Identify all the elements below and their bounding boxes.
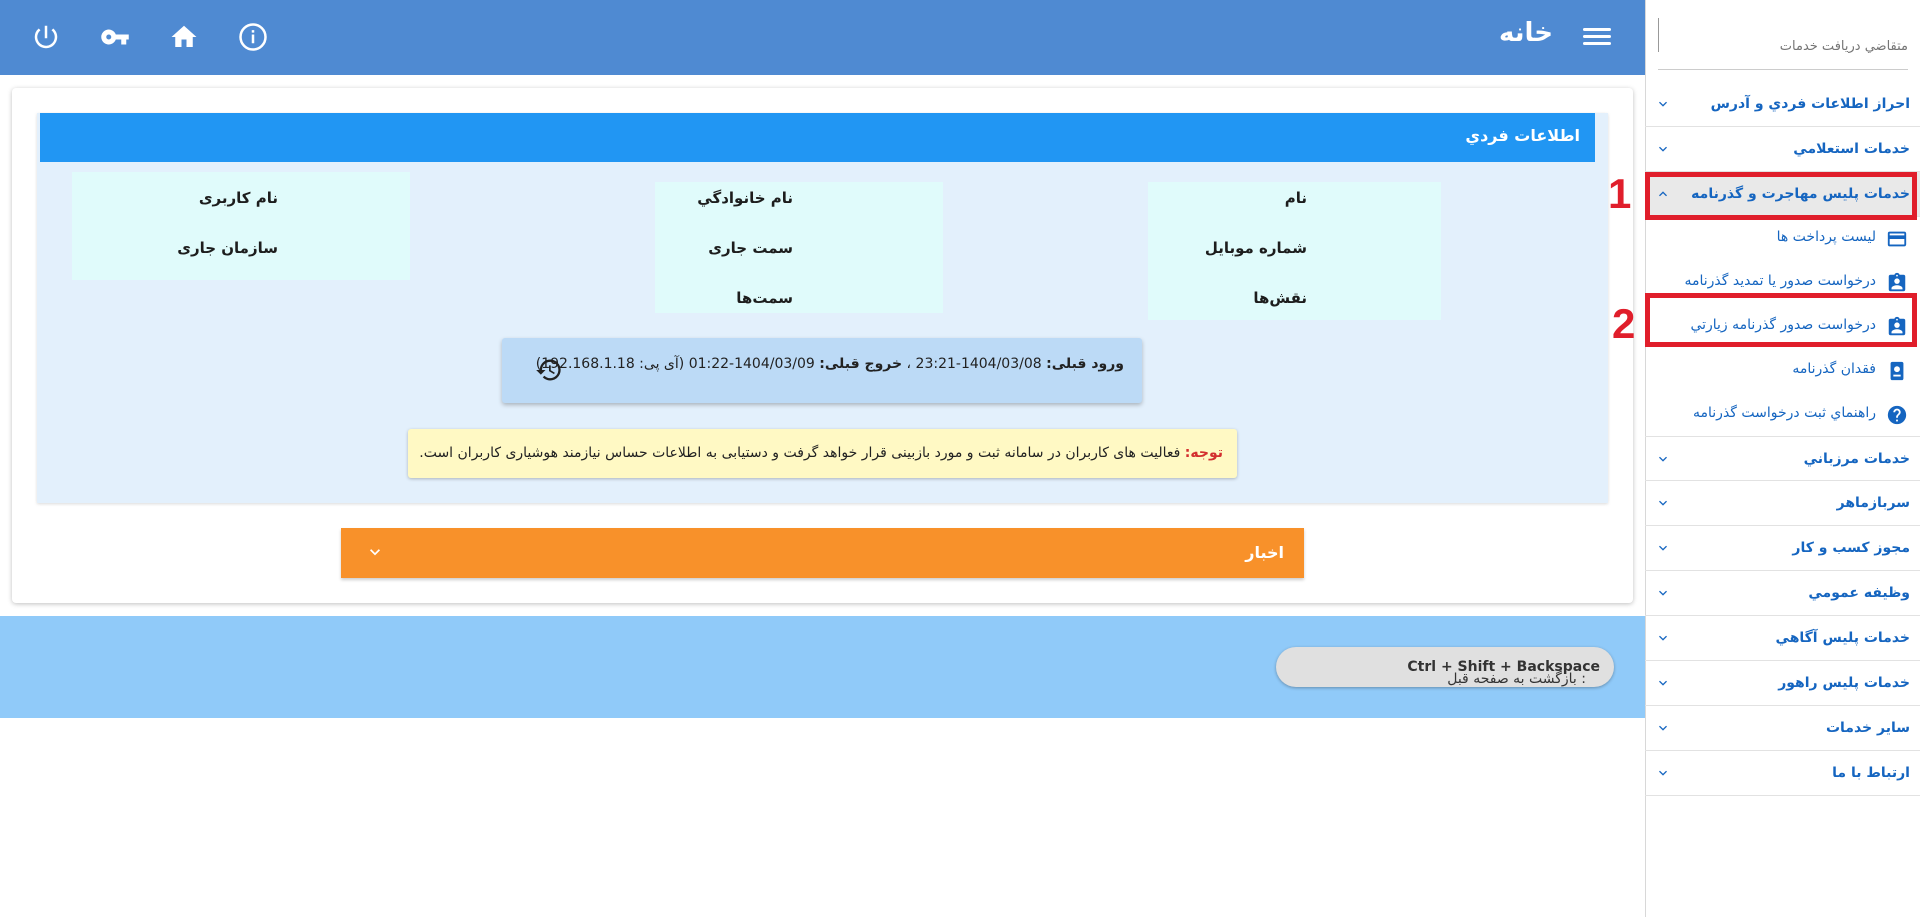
sidebar-search bbox=[1658, 18, 1908, 70]
sidebar-item-detective-police[interactable]: خدمات پليس آگاهي bbox=[1645, 616, 1920, 661]
sidebar-subitem-label: فقدان گذرنامه bbox=[1792, 361, 1876, 377]
sidebar-item-label: خدمات پليس راهور bbox=[1778, 675, 1910, 691]
sidebar-subitem-lost-passport[interactable]: فقدان گذرنامه bbox=[1645, 348, 1920, 392]
login-separator: ، bbox=[906, 356, 912, 372]
sidebar-subitem-label: راهنماي ثبت درخواست گذرنامه bbox=[1693, 405, 1876, 421]
id-badge-icon bbox=[1888, 272, 1906, 292]
notice-text: فعالیت های کاربران در سامانه ثبت و مورد … bbox=[419, 445, 1181, 461]
personal-info-title: اطلاعات فردي bbox=[1465, 126, 1580, 145]
label-name: نام bbox=[1284, 189, 1307, 207]
top-app-bar: خانه bbox=[0, 0, 1645, 75]
sidebar-item-label: مجوز کسب و کار bbox=[1792, 540, 1910, 556]
power-icon[interactable] bbox=[31, 22, 61, 52]
prev-login-value: 1404/03/08-23:21 bbox=[915, 356, 1042, 372]
credit-card-icon bbox=[1887, 231, 1907, 247]
prev-logout-label: خروج قبلی: bbox=[819, 356, 903, 372]
sidebar-subitem-payments[interactable]: ليست پرداخت ها bbox=[1645, 216, 1920, 260]
sidebar-item-label: خدمات مرزباني bbox=[1803, 451, 1910, 467]
sidebar-subitem-label: درخواست صدور يا تمديد گذرنامه bbox=[1684, 273, 1877, 289]
label-positions: سمت‌ها bbox=[736, 289, 793, 307]
annotation-marker-2: 2 bbox=[1612, 300, 1636, 347]
chevron-down-icon bbox=[1659, 146, 1667, 152]
sidebar-item-label: خدمات پليس آگاهي bbox=[1775, 630, 1910, 646]
sidebar-item-military-service[interactable]: وظيفه عمومي bbox=[1645, 571, 1920, 616]
history-icon bbox=[536, 359, 561, 381]
chevron-down-icon bbox=[1659, 725, 1667, 731]
sidebar-item-skilled-soldier[interactable]: سربازماهر bbox=[1645, 481, 1920, 526]
help-circle-icon bbox=[1887, 405, 1907, 425]
sidebar-subitem-label: ليست پرداخت ها bbox=[1776, 229, 1876, 245]
sidebar-item-label: ساير خدمات bbox=[1825, 720, 1910, 736]
prev-logout-value: 1404/03/09-01:22 bbox=[688, 356, 815, 372]
chevron-down-icon bbox=[1659, 456, 1667, 462]
sidebar-item-other-services[interactable]: ساير خدمات bbox=[1645, 706, 1920, 751]
info-icon[interactable] bbox=[238, 22, 268, 52]
sidebar-item-label: ارتباط با ما bbox=[1832, 765, 1910, 781]
label-mobile: شماره موبايل bbox=[1204, 239, 1307, 257]
sidebar-item-label: خدمات استعلامي bbox=[1793, 141, 1910, 157]
sidebar-item-business-license[interactable]: مجوز کسب و کار bbox=[1645, 526, 1920, 571]
news-accordion[interactable]: اخبار bbox=[341, 528, 1304, 578]
sidebar-item-traffic-police[interactable]: خدمات پليس راهور bbox=[1645, 661, 1920, 706]
chevron-down-icon bbox=[370, 549, 380, 556]
chevron-down-icon bbox=[1659, 500, 1667, 506]
chevron-down-icon bbox=[1659, 770, 1667, 776]
sidebar-item-label: وظيفه عمومي bbox=[1808, 585, 1910, 601]
highlight-box-1 bbox=[1645, 172, 1917, 220]
page-title: خانه bbox=[1498, 18, 1553, 48]
sidebar-item-identity[interactable]: احراز اطلاعات فردي و آدرس bbox=[1645, 82, 1920, 127]
sidebar-item-inquiry[interactable]: خدمات استعلامي bbox=[1645, 127, 1920, 172]
notice-warning-label: توجه: bbox=[1184, 445, 1223, 461]
hamburger-menu-icon[interactable] bbox=[1583, 24, 1611, 50]
label-family: نام خانوادگي bbox=[697, 189, 793, 207]
chevron-down-icon bbox=[1659, 680, 1667, 686]
chevron-down-icon bbox=[1659, 635, 1667, 641]
sidebar-item-label: سربازماهر bbox=[1836, 495, 1910, 511]
previous-login-box: ورود قبلی: 1404/03/08-23:21 ، خروج قبلی:… bbox=[502, 338, 1142, 403]
label-position: سمت جاری bbox=[708, 239, 793, 257]
back-shortcut-chip[interactable]: Ctrl + Shift + Backspace : بازگشت به صفح… bbox=[1276, 647, 1614, 687]
label-username: نام کاربری bbox=[198, 189, 278, 207]
sidebar-item-border[interactable]: خدمات مرزباني bbox=[1645, 436, 1920, 481]
personal-info-header: اطلاعات فردي bbox=[40, 113, 1595, 162]
sidebar-item-contact-us[interactable]: ارتباط با ما bbox=[1645, 751, 1920, 796]
sidebar: احراز اطلاعات فردي و آدرس خدمات استعلامي… bbox=[1645, 0, 1920, 917]
label-organization: سازمان جاری bbox=[177, 239, 278, 257]
chevron-down-icon bbox=[1659, 545, 1667, 551]
chevron-down-icon bbox=[1659, 101, 1667, 107]
sidebar-subitem-passport-guide[interactable]: راهنماي ثبت درخواست گذرنامه bbox=[1645, 392, 1920, 436]
security-notice: توجه: فعالیت های کاربران در سامانه ثبت و… bbox=[408, 429, 1237, 478]
highlight-box-2 bbox=[1645, 293, 1917, 347]
news-label: اخبار bbox=[1245, 543, 1284, 562]
applicant-search-input[interactable] bbox=[1668, 28, 1908, 64]
prev-login-label: ورود قبلی: bbox=[1046, 356, 1124, 372]
label-roles: نقش‌ها bbox=[1253, 289, 1307, 307]
annotation-marker-1: 1 bbox=[1608, 170, 1632, 217]
main-area: خانه اطلاعات فردي نام شماره موبايل ن bbox=[0, 0, 1645, 917]
lost-passport-icon bbox=[1890, 361, 1904, 381]
home-icon[interactable] bbox=[169, 22, 199, 52]
sidebar-item-label: احراز اطلاعات فردي و آدرس bbox=[1710, 96, 1910, 112]
chevron-down-icon bbox=[1659, 590, 1667, 596]
key-icon[interactable] bbox=[100, 22, 130, 52]
shortcut-description: : بازگشت به صفحه قبل bbox=[1447, 671, 1586, 687]
